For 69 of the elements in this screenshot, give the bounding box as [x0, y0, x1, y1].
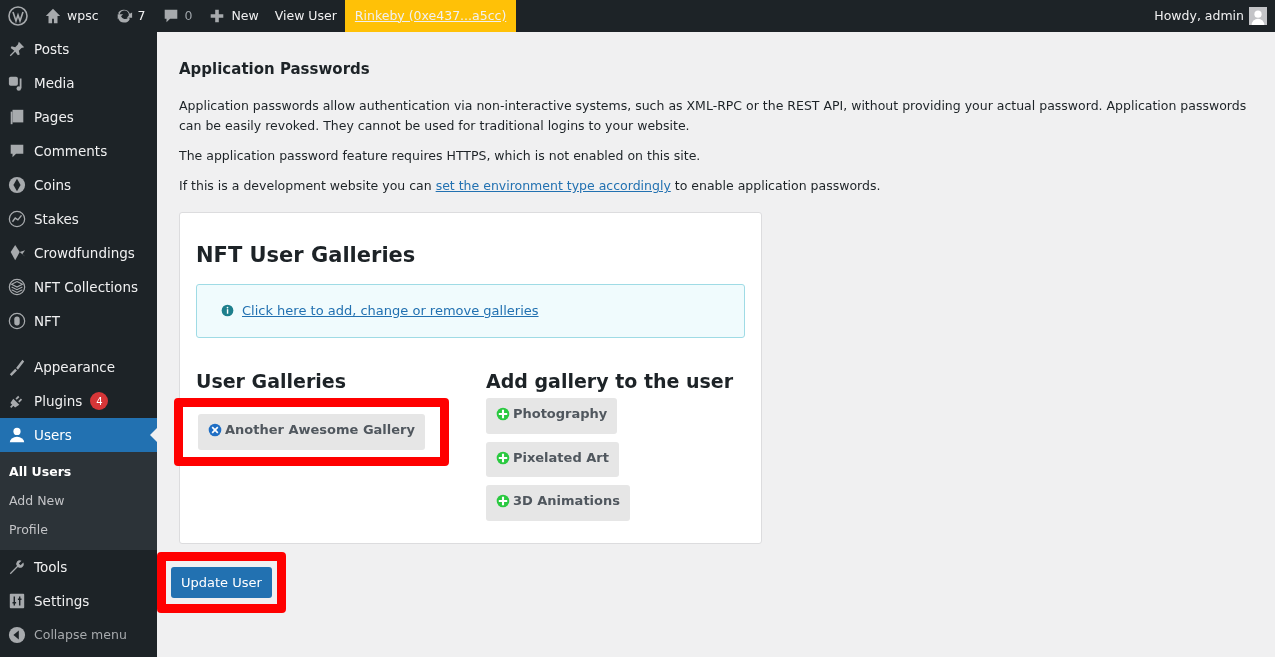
user-icon: [8, 426, 26, 444]
sidebar-item[interactable]: Coins: [0, 168, 157, 202]
layers-icon: [8, 278, 26, 296]
text-link[interactable]: set the environment type accordingly: [435, 178, 671, 193]
home-icon: [44, 7, 62, 25]
info-icon: [221, 304, 234, 318]
column-heading: Add gallery to the user: [485, 369, 735, 393]
paragraph: Application passwords allow authentication via non-interactive systems, such as XML-RPC or the REST API, without providing your actual password. Application passwords can be easily revoked. They cannot be used for traditional logins to your website.: [179, 97, 1248, 135]
update-user-button[interactable]: Update User: [171, 567, 272, 599]
wrench-icon: [8, 558, 26, 577]
sidebar-item[interactable]: Plugins 4: [0, 384, 157, 418]
column-heading: User Galleries: [196, 369, 347, 393]
sidebar-item[interactable]: Settings: [0, 584, 157, 619]
text-link[interactable]: Click here to add, change or remove galleries: [242, 301, 539, 321]
menu-label: Users: [34, 425, 72, 445]
sidebar-item[interactable]: Crowdfundings: [0, 236, 157, 270]
menu-label: Crowdfundings: [34, 243, 135, 263]
updates-link[interactable]: 7: [106, 0, 154, 32]
sidebar-item[interactable]: Users: [0, 418, 157, 452]
collapse-menu-button[interactable]: Collapse menu: [0, 618, 157, 653]
menu-label: Coins: [34, 175, 72, 195]
sidebar-item[interactable]: Tools: [0, 550, 157, 585]
menu-label: Settings: [34, 592, 90, 612]
sidebar-item[interactable]: Comments: [0, 134, 157, 168]
pushpin-icon: [8, 40, 26, 58]
plus-circle-icon: [495, 407, 510, 422]
menu-label: NFT Collections: [34, 277, 138, 297]
gallery-button[interactable]: Photography: [485, 398, 618, 434]
menu-label: Posts: [34, 39, 70, 59]
diamond-icon: [8, 244, 26, 262]
sidebar-item[interactable]: Pages: [0, 100, 157, 134]
remove-circle-icon: [208, 423, 222, 438]
menu-label: Stakes: [34, 209, 79, 229]
sliders-icon: [8, 592, 26, 611]
section-heading: Application Passwords: [179, 60, 371, 78]
menu-label: NFT: [34, 311, 60, 331]
sidebar-item[interactable]: NFT: [0, 304, 157, 338]
menu-label: Plugins: [34, 391, 83, 411]
count-badge: 4: [90, 392, 109, 410]
account-menu[interactable]: Howdy, admin: [1146, 0, 1275, 32]
menu-label: Media: [34, 73, 75, 93]
trend-icon: [8, 210, 26, 228]
avatar-icon: [1249, 7, 1267, 25]
gallery-button[interactable]: Another Awesome Gallery: [198, 414, 425, 450]
sidebar-item[interactable]: Stakes: [0, 202, 157, 236]
comments-link[interactable]: 0: [153, 0, 201, 32]
menu-label: Comments: [34, 141, 108, 161]
gallery-button[interactable]: 3D Animations: [485, 485, 630, 521]
site-link[interactable]: wpsc: [36, 0, 107, 32]
menu-label: Pages: [34, 107, 74, 127]
sidebar-item[interactable]: Media: [0, 66, 157, 100]
view-user-link[interactable]: View User: [266, 0, 345, 32]
sidebar-item[interactable]: Appearance: [0, 350, 157, 384]
plus-circle-icon: [495, 450, 510, 465]
submenu-item[interactable]: Profile: [0, 515, 157, 545]
gallery-button[interactable]: Pixelated Art: [485, 442, 619, 478]
new-link[interactable]: New: [200, 0, 267, 32]
menu-label: Appearance: [34, 357, 116, 377]
sidebar-item[interactable]: Posts: [0, 32, 157, 66]
card-title: NFT User Galleries: [196, 243, 417, 269]
paragraph: If this is a development website you can set the environment type accordingly to enable application passwords.: [179, 177, 882, 195]
menu-label: Tools: [34, 558, 68, 578]
submenu-item[interactable]: All Users: [0, 458, 157, 487]
pages-icon: [8, 108, 26, 126]
sidebar-item[interactable]: NFT Collections: [0, 270, 157, 304]
paragraph: The application password feature requires HTTPS, which is not enabled on this site.: [179, 147, 702, 165]
submenu-item[interactable]: Add New: [0, 486, 157, 516]
plus-circle-icon: [495, 494, 510, 509]
wordpress-logo-icon: [8, 6, 28, 26]
